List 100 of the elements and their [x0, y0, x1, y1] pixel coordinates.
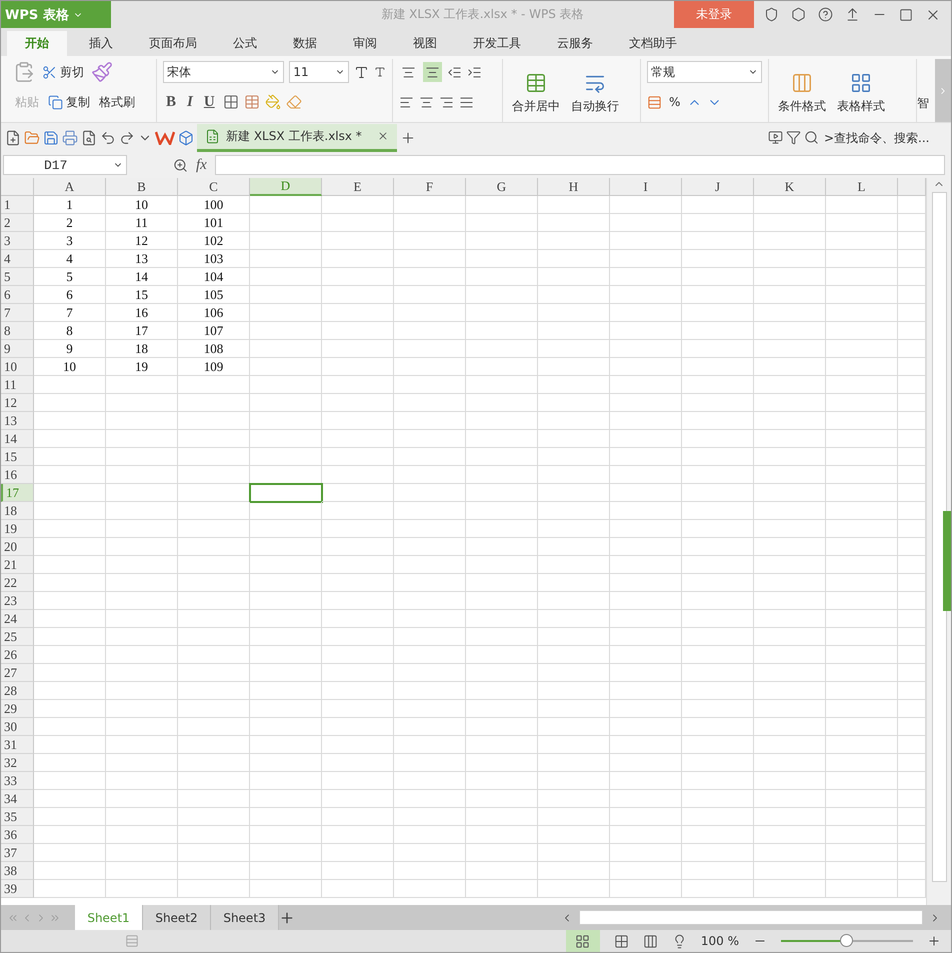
- row-header[interactable]: 29: [1, 700, 34, 718]
- indent-decrease-icon[interactable]: [447, 64, 462, 80]
- row-header[interactable]: 5: [1, 268, 34, 286]
- column-header[interactable]: L: [826, 178, 898, 196]
- table-icon[interactable]: [244, 94, 260, 110]
- row-header[interactable]: 13: [1, 412, 34, 430]
- table-style-button[interactable]: 表格样式: [834, 72, 888, 115]
- ribbon-tab[interactable]: 文档助手: [617, 31, 689, 56]
- align-left-icon[interactable]: [399, 94, 414, 110]
- scrollbar-thumb[interactable]: [932, 192, 946, 882]
- document-tab[interactable]: 新建 XLSX 工作表.xlsx *: [197, 124, 397, 152]
- ribbon-button-label[interactable]: 智: [917, 59, 929, 122]
- ribbon-tab[interactable]: 开发工具: [461, 31, 533, 56]
- indent-increase-icon[interactable]: [467, 64, 482, 80]
- format-painter-button[interactable]: 格式刷: [97, 91, 137, 113]
- new-file-icon[interactable]: [5, 130, 21, 146]
- cube-icon[interactable]: [178, 130, 194, 146]
- row-header[interactable]: 18: [1, 502, 34, 520]
- row-header[interactable]: 28: [1, 682, 34, 700]
- align-right-icon[interactable]: [439, 94, 454, 110]
- row-header[interactable]: 7: [1, 304, 34, 322]
- row-header[interactable]: 12: [1, 394, 34, 412]
- ribbon-tab[interactable]: 插入: [77, 31, 125, 56]
- cut-button[interactable]: 剪切: [40, 61, 86, 83]
- decrease-font-icon[interactable]: [374, 66, 386, 78]
- increase-font-icon[interactable]: [354, 64, 370, 80]
- column-header[interactable]: F: [394, 178, 466, 196]
- row-header[interactable]: 33: [1, 772, 34, 790]
- page-layout-icon[interactable]: [642, 934, 658, 948]
- ribbon-tab[interactable]: 数据: [281, 31, 329, 56]
- row-header[interactable]: 23: [1, 592, 34, 610]
- row-header[interactable]: 32: [1, 754, 34, 772]
- underline-button[interactable]: U: [200, 94, 218, 110]
- row-header[interactable]: 24: [1, 610, 34, 628]
- filter-icon[interactable]: [786, 130, 801, 145]
- borders-icon[interactable]: [222, 94, 239, 110]
- sheet-tab[interactable]: Sheet1: [75, 905, 143, 930]
- printer-icon[interactable]: [62, 130, 78, 146]
- row-header[interactable]: 30: [1, 718, 34, 736]
- row-header[interactable]: 14: [1, 430, 34, 448]
- shield-icon[interactable]: [764, 7, 779, 22]
- justify-icon[interactable]: [459, 94, 474, 110]
- column-header[interactable]: A: [34, 178, 106, 196]
- row-header[interactable]: 35: [1, 808, 34, 826]
- row-header[interactable]: 20: [1, 538, 34, 556]
- column-header[interactable]: E: [322, 178, 394, 196]
- wps-logo-icon[interactable]: [155, 130, 175, 144]
- redo-icon[interactable]: [119, 130, 135, 146]
- font-size-select[interactable]: 11: [289, 61, 350, 83]
- row-header[interactable]: 1: [1, 196, 34, 214]
- row-header[interactable]: 38: [1, 862, 34, 880]
- row-header[interactable]: 8: [1, 322, 34, 340]
- add-sheet-icon[interactable]: [279, 910, 295, 926]
- formula-field[interactable]: [214, 155, 945, 175]
- italic-button[interactable]: I: [184, 94, 196, 110]
- row-header[interactable]: 31: [1, 736, 34, 754]
- column-header[interactable]: I: [610, 178, 682, 196]
- row-header[interactable]: 37: [1, 844, 34, 862]
- upload-icon[interactable]: [845, 7, 860, 22]
- ribbon-tab[interactable]: 云服务: [545, 31, 605, 56]
- row-header[interactable]: 39: [1, 880, 34, 898]
- search-icon[interactable]: [804, 130, 819, 145]
- bold-button[interactable]: B: [163, 94, 180, 110]
- sheet-tab[interactable]: Sheet2: [143, 905, 211, 930]
- column-header[interactable]: H: [538, 178, 610, 196]
- row-header[interactable]: 21: [1, 556, 34, 574]
- normal-view-button[interactable]: [566, 930, 600, 952]
- fill-color-icon[interactable]: [264, 94, 281, 110]
- print-preview-icon[interactable]: [81, 130, 97, 146]
- conditional-format-button[interactable]: 条件格式: [775, 72, 829, 115]
- sheet-tab[interactable]: Sheet3: [211, 905, 279, 930]
- row-header[interactable]: 15: [1, 448, 34, 466]
- help-icon[interactable]: [818, 7, 833, 22]
- maximize-icon[interactable]: [899, 8, 913, 22]
- row-header[interactable]: 36: [1, 826, 34, 844]
- search-field[interactable]: >查找命令、搜索...: [822, 130, 947, 146]
- number-format-select[interactable]: 常规: [647, 61, 762, 83]
- page-break-icon[interactable]: [614, 934, 629, 948]
- merge-center-button[interactable]: 合并居中: [509, 72, 563, 115]
- ribbon-tab[interactable]: 视图: [401, 31, 449, 56]
- row-header[interactable]: 26: [1, 646, 34, 664]
- align-center-icon[interactable]: [419, 94, 434, 110]
- column-header[interactable]: B: [106, 178, 178, 196]
- align-middle-button[interactable]: [423, 62, 442, 82]
- row-header[interactable]: 16: [1, 466, 34, 484]
- row-header[interactable]: 9: [1, 340, 34, 358]
- side-panel-handle[interactable]: [943, 511, 951, 611]
- row-header[interactable]: 19: [1, 520, 34, 538]
- ribbon-tab[interactable]: 开始: [7, 31, 67, 56]
- hexagon-icon[interactable]: [791, 7, 806, 22]
- row-header[interactable]: 6: [1, 286, 34, 304]
- column-header[interactable]: C: [178, 178, 250, 196]
- ribbon-tab[interactable]: 公式: [221, 31, 269, 56]
- row-header[interactable]: 27: [1, 664, 34, 682]
- horizontal-scrollbar-thumb[interactable]: [579, 910, 923, 925]
- row-header[interactable]: 3: [1, 232, 34, 250]
- zoom-in-icon[interactable]: [927, 934, 941, 948]
- column-header[interactable]: J: [682, 178, 754, 196]
- ribbon-tab[interactable]: 页面布局: [137, 31, 209, 56]
- font-select[interactable]: 宋体: [163, 61, 284, 83]
